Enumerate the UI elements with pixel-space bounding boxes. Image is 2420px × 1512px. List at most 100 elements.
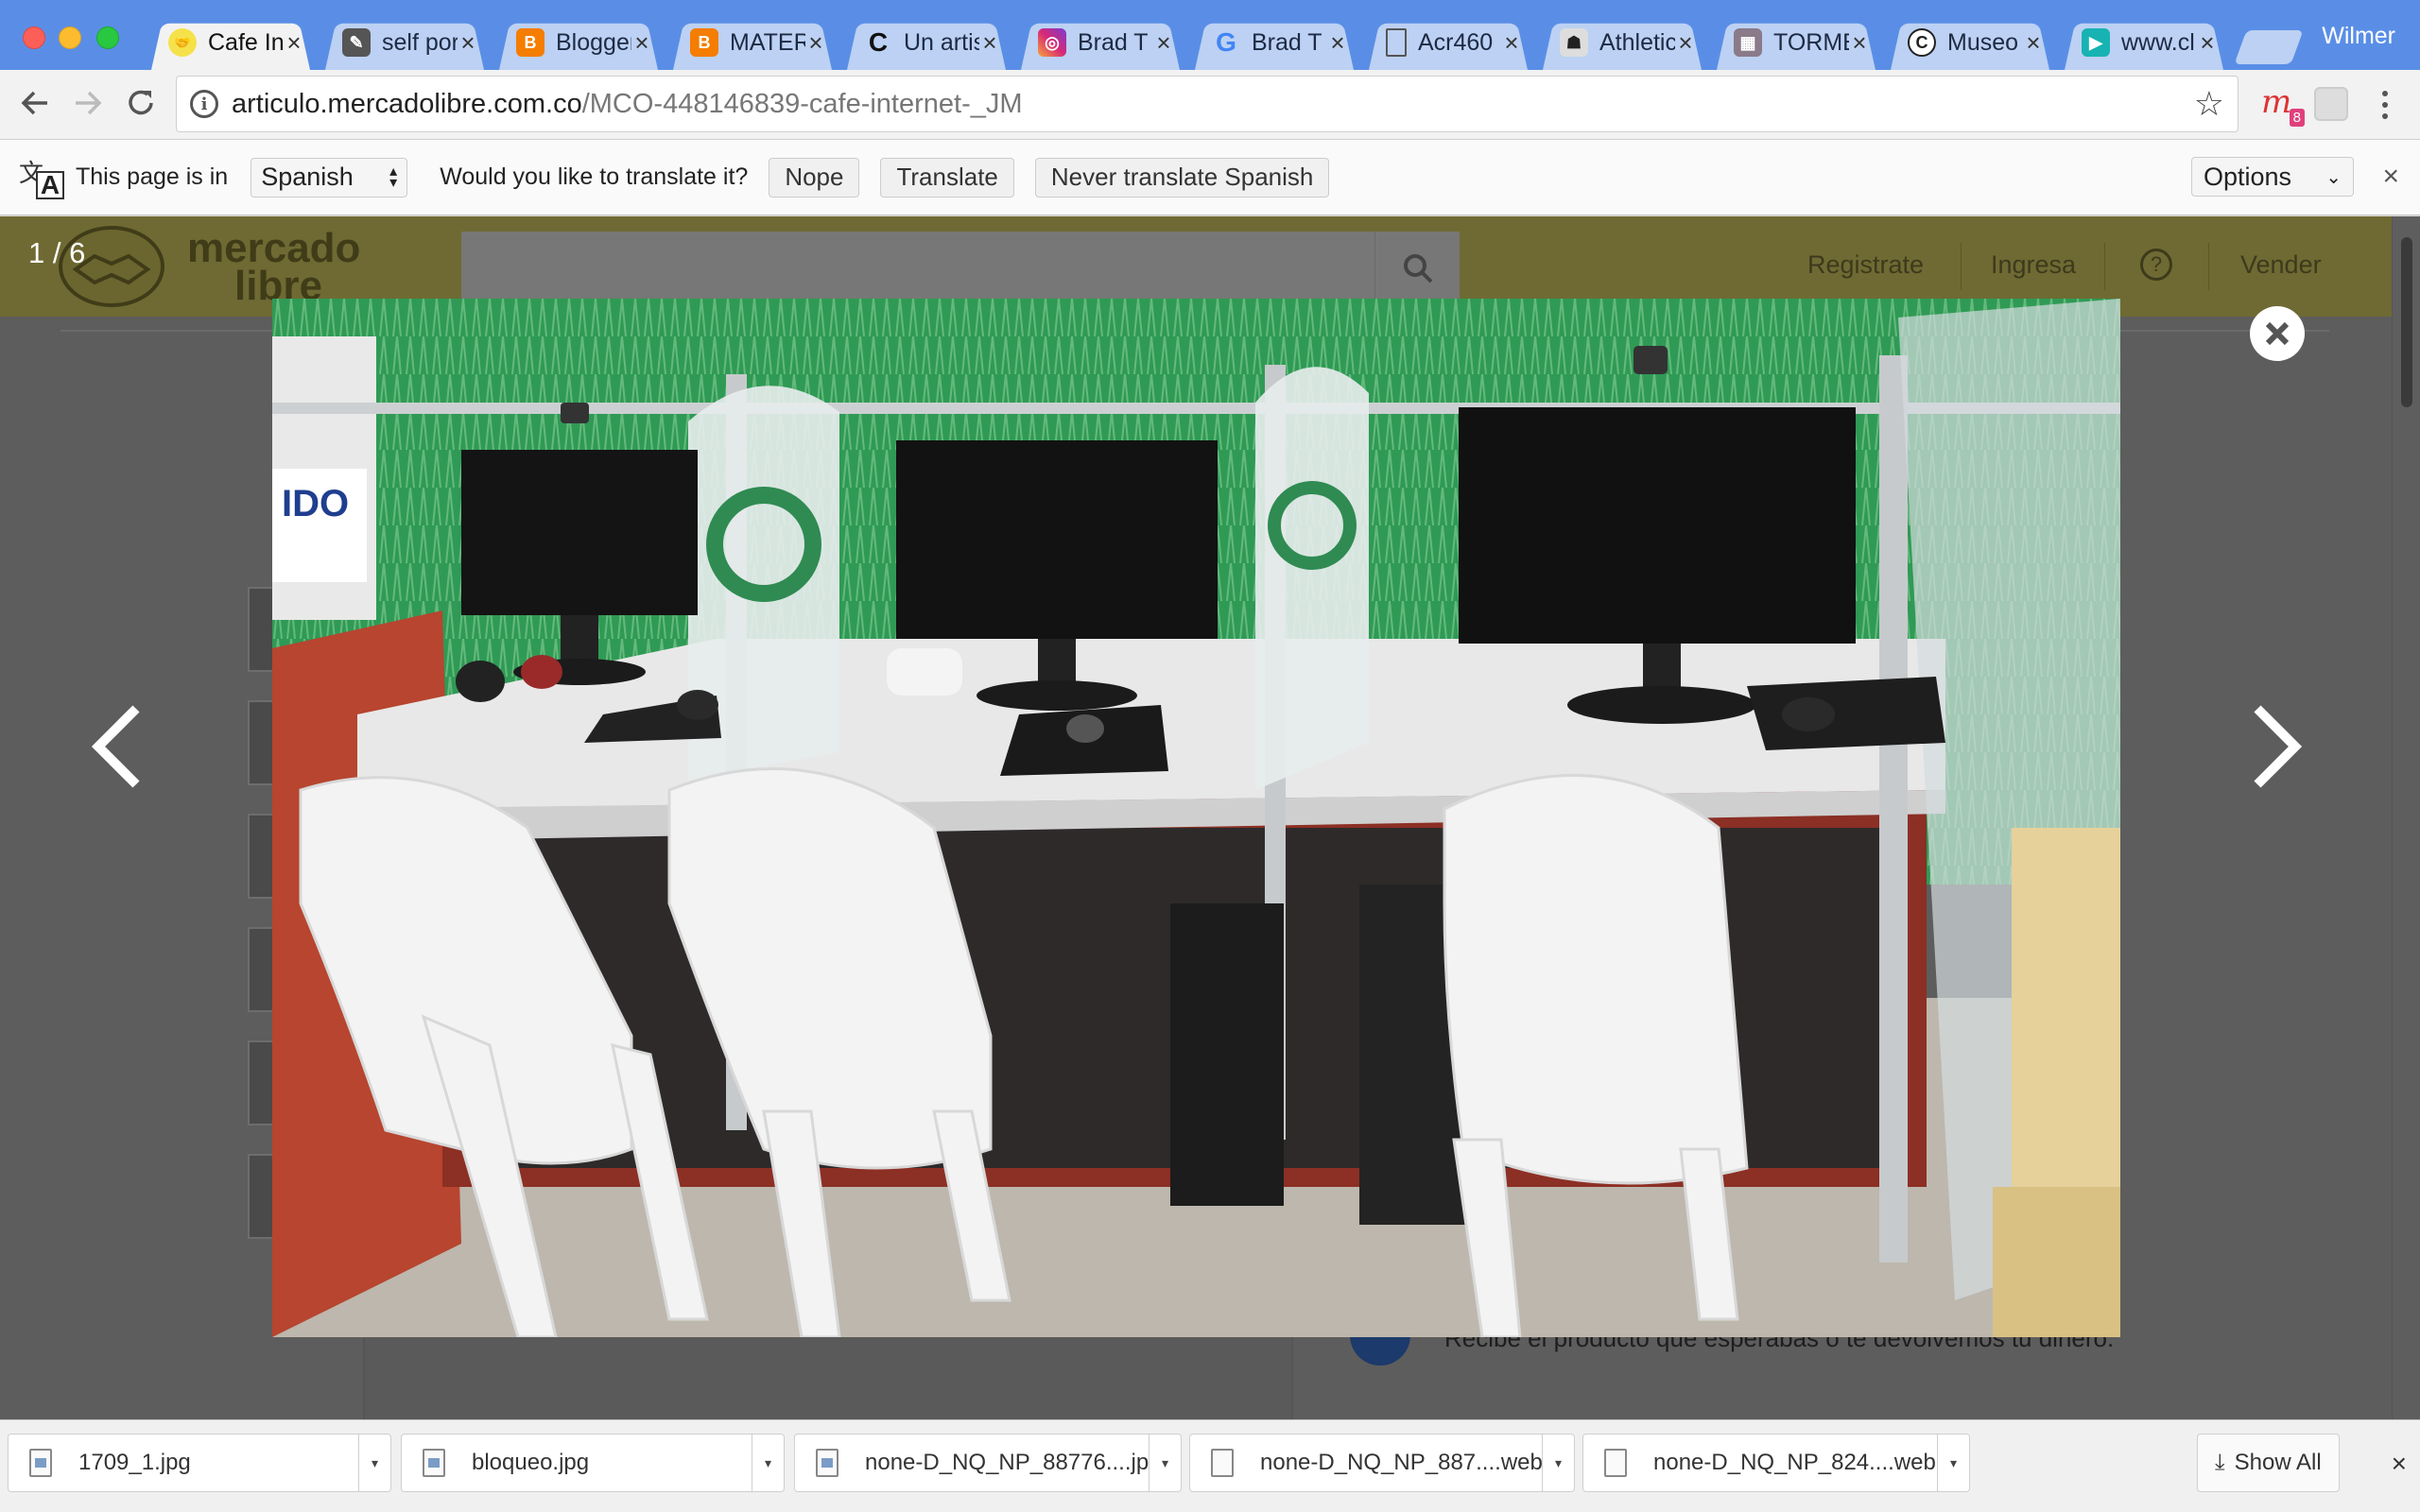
download-name: none-D_NQ_NP_887....webp (1260, 1450, 1542, 1475)
register-link[interactable]: Registrate (1807, 250, 1924, 280)
login-link[interactable]: Ingresa (1991, 250, 2076, 280)
tab-close-icon[interactable]: × (2197, 28, 2218, 58)
forward-button[interactable] (66, 81, 110, 125)
tab-close-icon[interactable]: × (805, 28, 826, 58)
tab-self-portrait[interactable]: ✎ self portrait × (318, 15, 492, 70)
reload-button[interactable] (119, 81, 163, 125)
select-arrows-icon: ▴ ▾ (389, 163, 398, 191)
tab-close-icon[interactable]: × (1675, 28, 1696, 58)
tab-title: TORMENTA (1773, 28, 1849, 56)
help-icon[interactable]: ? (2140, 249, 2172, 281)
show-all-downloads-button[interactable]: ⤓ Show All (2197, 1434, 2340, 1492)
download-menu-caret-icon[interactable]: ▾ (1149, 1435, 1181, 1491)
next-image-button[interactable] (2242, 699, 2308, 794)
translate-bar: 文A This page is in Spanish ▴ ▾ Would you … (0, 140, 2420, 215)
download-shelf: 1709_1.jpg ▾ bloqueo.jpg ▾ none-D_NQ_NP_… (0, 1419, 2420, 1512)
download-menu-caret-icon[interactable]: ▾ (1937, 1435, 1969, 1491)
tab-un-artista[interactable]: C Un artista × (839, 15, 1013, 70)
tab-close-icon[interactable]: × (1153, 28, 1174, 58)
info-icon[interactable]: i (190, 90, 218, 118)
nav-divider (1961, 243, 1962, 290)
tab-museo[interactable]: C Museo × (1883, 15, 2057, 70)
tab-acr460[interactable]: Acr460 × (1361, 15, 1535, 70)
download-item[interactable]: none-D_NQ_NP_824....webp ▾ (1582, 1434, 1970, 1492)
tab-brad-instagram[interactable]: ◎ Brad T × (1013, 15, 1187, 70)
file-icon (1211, 1449, 1234, 1477)
tab-close-icon[interactable]: × (979, 28, 1000, 58)
tab-title: Brad T (1078, 28, 1149, 56)
translate-icon: 文A (17, 154, 64, 201)
tab-close-icon[interactable]: × (631, 28, 652, 58)
tab-close-icon[interactable]: × (2023, 28, 2044, 58)
download-menu-caret-icon[interactable]: ▾ (358, 1435, 390, 1491)
extension-disabled-icon[interactable] (2314, 87, 2348, 121)
tab-tormenta[interactable]: ▦ TORMENTA × (1709, 15, 1883, 70)
nope-button[interactable]: Nope (769, 157, 860, 198)
copyright-icon: C (1908, 28, 1936, 57)
scrollbar-thumb[interactable] (2401, 237, 2412, 407)
search-icon[interactable] (1374, 232, 1460, 305)
translate-prefix: This page is in (76, 163, 229, 190)
tab-www[interactable]: ▶ www.cl × (2057, 15, 2231, 70)
tab-close-icon[interactable]: × (458, 28, 478, 58)
url-text[interactable]: articulo.mercadolibre.com.co/MCO-4481468… (232, 89, 1023, 120)
extension-badge: 8 (2289, 109, 2305, 127)
language-select[interactable]: Spanish ▴ ▾ (251, 157, 408, 198)
tab-title: Un artista (904, 28, 979, 56)
back-button[interactable] (13, 81, 57, 125)
tab-cafe-internet[interactable]: 🤝 Cafe Internet × (144, 15, 318, 70)
translate-button[interactable]: Translate (880, 157, 1014, 198)
tab-close-icon[interactable]: × (1327, 28, 1348, 58)
download-icon: ⤓ (2215, 1450, 2225, 1475)
options-label: Options (2204, 162, 2292, 191)
profile-name[interactable]: Wilmer (2322, 23, 2395, 50)
language-value: Spanish (261, 163, 354, 191)
browser-menu-icon[interactable] (2371, 83, 2399, 127)
tab-title: Acr460 (1418, 28, 1494, 56)
bookmark-star-icon[interactable]: ☆ (2194, 84, 2224, 124)
tab-material[interactable]: B MATERIAL × (666, 15, 839, 70)
address-bar[interactable]: i articulo.mercadolibre.com.co/MCO-44814… (176, 76, 2238, 132)
tab-title: Brad T (1252, 28, 1322, 56)
tab-close-icon[interactable]: × (284, 28, 304, 58)
reload-icon (129, 90, 153, 115)
back-arrow-icon (21, 91, 47, 115)
download-item[interactable]: bloqueo.jpg ▾ (401, 1434, 785, 1492)
close-lightbox-button[interactable] (2250, 306, 2305, 361)
tab-title: Museo (1947, 28, 2019, 56)
chevron-left-icon (91, 705, 140, 788)
minimize-window-button[interactable] (59, 26, 81, 49)
tab-close-icon[interactable]: × (1501, 28, 1522, 58)
forward-arrow-icon (76, 91, 102, 115)
tab-brad-google[interactable]: G Brad T × (1187, 15, 1361, 70)
site-search-input[interactable] (461, 232, 1460, 305)
tab-strip: 🤝 Cafe Internet × ✎ self portrait × B Bl… (0, 0, 2420, 70)
download-item[interactable]: none-D_NQ_NP_887....webp ▾ (1189, 1434, 1575, 1492)
svg-text:IDO: IDO (282, 483, 349, 524)
translate-close-icon[interactable]: × (2382, 161, 2399, 193)
maximize-window-button[interactable] (96, 26, 119, 49)
logo-text: mercado libre (187, 228, 360, 307)
download-menu-caret-icon[interactable]: ▾ (1542, 1435, 1574, 1491)
options-select[interactable]: Options ⌄ (2191, 157, 2354, 197)
download-menu-caret-icon[interactable]: ▾ (752, 1435, 784, 1491)
bird-icon: ✎ (342, 28, 371, 57)
tab-title: MATERIAL (730, 28, 805, 56)
tab-title: self portrait (382, 28, 458, 56)
download-name: none-D_NQ_NP_824....webp (1653, 1450, 1937, 1475)
sell-link[interactable]: Vender (2240, 250, 2322, 280)
tab-athletic[interactable]: ☗ Athletic × (1535, 15, 1709, 70)
shelf-close-icon[interactable]: × (2392, 1449, 2407, 1479)
tab-blogger[interactable]: B Blogger × (492, 15, 666, 70)
extension-icon[interactable]: m8 (2261, 83, 2305, 127)
teal-site-icon: ▶ (2082, 28, 2110, 57)
tab-title: www.cl (2121, 28, 2195, 56)
tab-close-icon[interactable]: × (1849, 28, 1870, 58)
close-window-button[interactable] (23, 26, 45, 49)
never-translate-button[interactable]: Never translate Spanish (1034, 157, 1330, 198)
new-tab-button[interactable] (2234, 30, 2304, 64)
scrollbar[interactable] (2392, 216, 2420, 1419)
download-item[interactable]: 1709_1.jpg ▾ (8, 1434, 391, 1492)
download-item[interactable]: none-D_NQ_NP_88776....jpg ▾ (794, 1434, 1182, 1492)
previous-image-button[interactable] (85, 699, 151, 794)
